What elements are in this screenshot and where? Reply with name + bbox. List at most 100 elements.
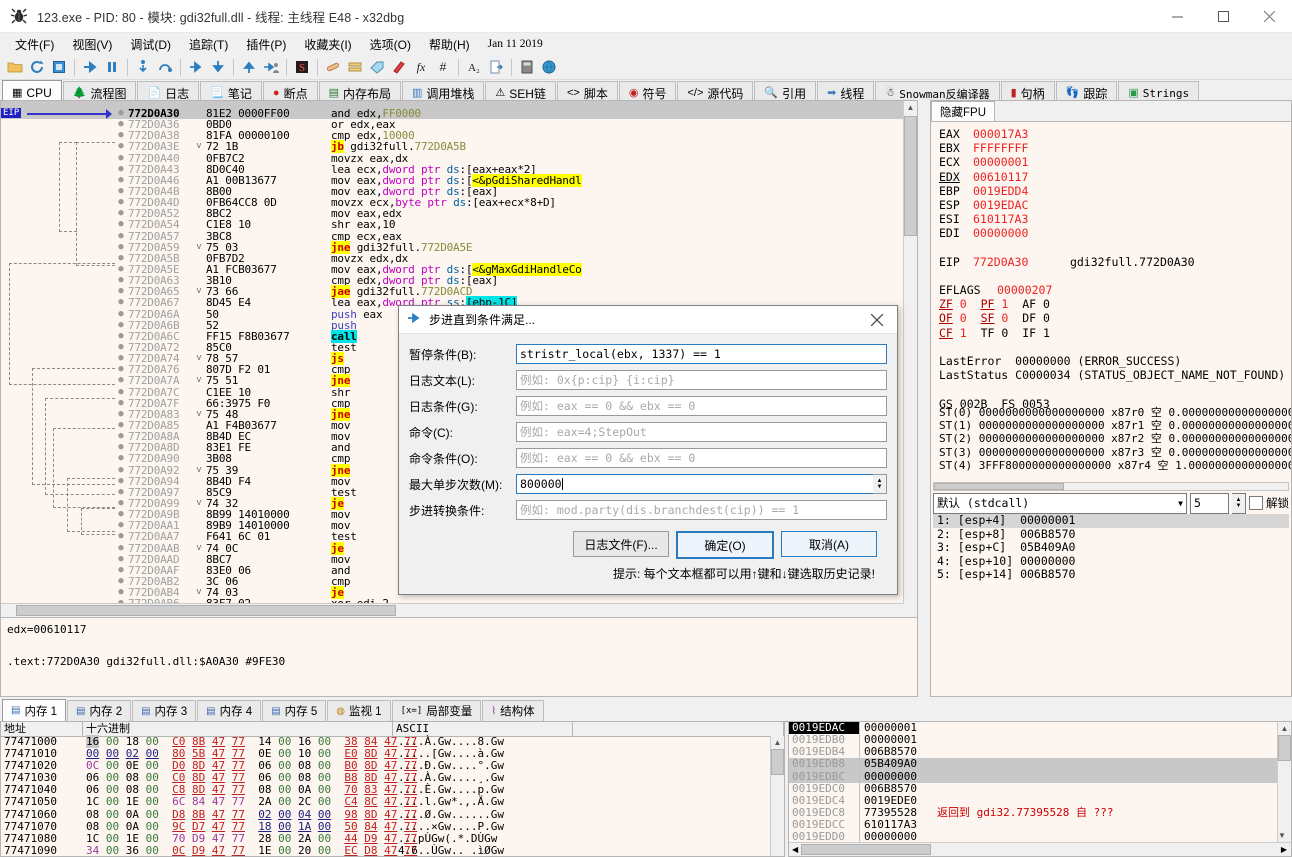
breakpoint-dot-icon[interactable]: ● <box>114 186 128 197</box>
register-spacer[interactable] <box>939 269 1291 283</box>
register-spacer[interactable] <box>939 382 1291 396</box>
bottom-tab-memory-1[interactable]: ▤ 内存 1 <box>2 699 67 721</box>
hex-byte[interactable]: 00 <box>106 820 119 833</box>
arg-count-stepper[interactable]: ▲ ▼ <box>1232 492 1246 514</box>
flag-value[interactable]: 0 <box>960 297 967 311</box>
hex-byte[interactable]: 50 <box>344 820 357 833</box>
breakpoint-dot-icon[interactable]: ● <box>114 531 128 542</box>
register-value[interactable]: 610117A3 <box>973 212 1028 226</box>
hex-byte[interactable]: 8D <box>192 759 205 772</box>
hex-byte[interactable]: 00 <box>278 808 291 821</box>
ok-button[interactable]: 确定(O) <box>676 531 774 559</box>
registers-list[interactable]: EAX 000017A3 EBX FFFFFFFF ECX 00000001 EDX 0061… <box>931 121 1291 412</box>
bottom-tab-memory-2[interactable]: ▤ 内存 2 <box>67 700 132 721</box>
flag-value[interactable]: 1 <box>1043 326 1050 340</box>
patch-icon[interactable] <box>322 56 344 78</box>
hex-byte[interactable]: 38 <box>344 735 357 748</box>
hex-byte[interactable]: 0A <box>126 808 139 821</box>
dump-hex[interactable]: 34 00 36 00 0C D9 47 77 1E 00 20 00 EC D… <box>83 844 417 856</box>
step-into-icon[interactable] <box>132 56 154 78</box>
hex-byte[interactable]: 8D <box>192 783 205 796</box>
hex-byte[interactable]: 0A <box>126 820 139 833</box>
hex-byte[interactable]: 70 <box>172 832 185 845</box>
breakpoint-dot-icon[interactable]: ● <box>114 409 128 420</box>
fpu-register-row[interactable]: ST(1) 0000000000000000000 x87r1 空 0.0000… <box>939 419 1291 432</box>
arguments-list[interactable]: 1: [esp+4] 00000001 2: [esp+8] 006B8570 3:… <box>933 513 1289 614</box>
register-value[interactable]: 00610117 <box>973 170 1028 184</box>
register-row[interactable]: ESP 0019EDAC <box>939 198 1291 212</box>
stack-hscrollbar[interactable]: ◀ ▶ <box>789 842 1291 856</box>
stack-row[interactable]: 0019EDAC 00000001 <box>789 722 1278 735</box>
menu-file[interactable]: 文件(F) <box>6 34 63 55</box>
breakpoint-dot-icon[interactable]: ● <box>114 509 128 520</box>
breakpoint-dot-icon[interactable]: ● <box>114 387 128 398</box>
hex-byte[interactable]: 77 <box>232 844 245 856</box>
scroll-up-icon[interactable]: ▲ <box>771 736 784 749</box>
log-text-input[interactable]: 例如: 0x{p:cip} {i:cip} <box>516 370 887 390</box>
hex-byte[interactable]: 8D <box>364 771 377 784</box>
hex-byte[interactable]: 47 <box>212 808 225 821</box>
breakpoint-dot-icon[interactable]: ● <box>114 587 128 598</box>
register-value[interactable]: 000017A3 <box>973 127 1028 141</box>
max-steps-stepper[interactable]: ▲ ▼ <box>873 474 887 494</box>
stack-row[interactable]: 0019EDC8 77395528 返回到 gdi32.77395528 自 ??? <box>789 806 1278 820</box>
hex-byte[interactable]: 80 <box>172 747 185 760</box>
hex-byte[interactable]: 00 <box>146 844 159 856</box>
hex-byte[interactable]: 8D <box>192 771 205 784</box>
flag-value[interactable]: 0 <box>1001 311 1008 325</box>
command-condition-input[interactable]: 例如: eax == 0 && ebx == 0 <box>516 448 887 468</box>
hex-byte[interactable]: 47 <box>212 795 225 808</box>
step-until-condition-dialog[interactable]: 步进直到条件满足... 暂停条件(B): stristr_local(ebx, … <box>398 305 898 595</box>
hex-byte[interactable]: 9C <box>172 820 185 833</box>
breakpoint-dot-icon[interactable]: ● <box>114 231 128 242</box>
calculator-icon[interactable] <box>516 56 538 78</box>
dump-row[interactable]: 77471090 34 00 36 00 0C D9 47 77 1E 00 20… <box>1 844 771 856</box>
register-value[interactable]: 00000000 <box>973 226 1028 240</box>
hex-byte[interactable]: 00 <box>106 808 119 821</box>
hex-byte[interactable]: B0 <box>344 759 357 772</box>
maximize-button[interactable] <box>1200 0 1246 32</box>
breakpoint-dot-icon[interactable]: ● <box>114 431 128 442</box>
hex-byte[interactable]: 00 <box>278 795 291 808</box>
breakpoint-dot-icon[interactable]: ● <box>114 554 128 565</box>
breakpoint-dot-icon[interactable]: ● <box>114 153 128 164</box>
hex-byte[interactable]: 00 <box>106 844 119 856</box>
hex-byte[interactable]: 00 <box>146 783 159 796</box>
hex-byte[interactable]: 8D <box>364 759 377 772</box>
hex-byte[interactable]: 02 <box>258 808 271 821</box>
step-down-icon[interactable] <box>207 56 229 78</box>
hex-byte[interactable]: 14 <box>258 735 271 748</box>
minimize-button[interactable] <box>1154 0 1200 32</box>
bottom-tab-memory-3[interactable]: ▤ 内存 3 <box>132 700 197 721</box>
max-steps-input[interactable]: 800000 <box>516 474 873 494</box>
log-condition-input[interactable]: 例如: eax == 0 && ebx == 0 <box>516 396 887 416</box>
scroll-down-icon[interactable]: ▼ <box>1278 829 1286 842</box>
hex-byte[interactable]: 00 <box>318 735 331 748</box>
hex-byte[interactable]: 00 <box>278 735 291 748</box>
hex-byte[interactable]: 18 <box>126 735 139 748</box>
stack-row[interactable]: 0019EDB8 05B409A0 <box>789 758 1278 771</box>
stack-row[interactable]: 0019EDCC 610117A3 <box>789 818 1278 832</box>
tab-hide-fpu[interactable]: 隐藏FPU <box>931 101 995 121</box>
hex-byte[interactable]: 16 <box>86 735 100 748</box>
hex-byte[interactable]: 1E <box>258 844 271 856</box>
hex-byte[interactable]: D0 <box>172 759 185 772</box>
command-input[interactable]: 例如: eax=4;StepOut <box>516 422 887 442</box>
dump-ascii[interactable]: ....Ø.Gw......Gw <box>393 808 771 821</box>
scrollbar-thumb[interactable] <box>771 749 784 775</box>
hex-byte[interactable]: D8 <box>172 808 185 821</box>
hex-byte[interactable]: 28 <box>258 832 271 845</box>
hex-byte[interactable]: 1A <box>298 820 311 833</box>
unlock-checkbox[interactable] <box>1249 496 1263 510</box>
calling-convention-select[interactable]: 默认 (stdcall) ▼ <box>933 492 1187 514</box>
hex-byte[interactable]: 08 <box>86 808 99 821</box>
breakpoint-dot-icon[interactable]: ● <box>114 253 128 264</box>
hex-byte[interactable]: 20 <box>298 844 311 856</box>
breakpoint-dot-icon[interactable]: ● <box>114 476 128 487</box>
hex-byte[interactable]: 06 <box>86 783 99 796</box>
register-row-eip[interactable]: EIP 772D0A30 gdi32full.772D0A30 <box>939 255 1291 269</box>
hex-byte[interactable]: 00 <box>278 771 291 784</box>
hex-byte[interactable]: 16 <box>298 735 311 748</box>
hex-byte[interactable]: 47 <box>212 759 225 772</box>
hex-byte[interactable]: 00 <box>278 783 291 796</box>
